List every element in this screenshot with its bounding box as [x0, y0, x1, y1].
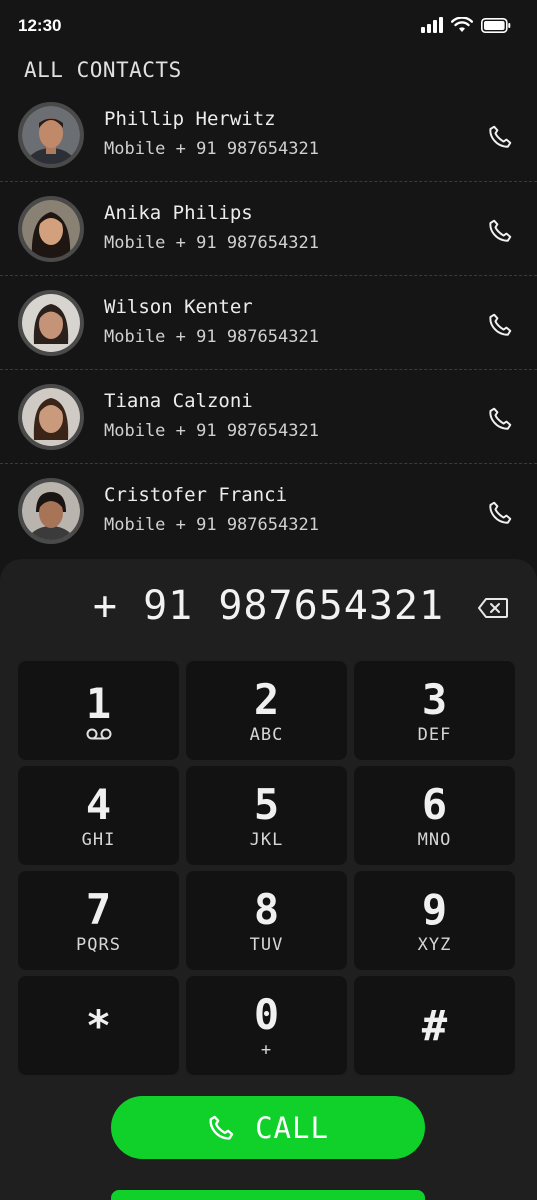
contact-name: Tiana Calzoni: [104, 390, 253, 412]
contact-number: Mobile + 91 987654321: [104, 139, 319, 159]
section-title: ALL CONTACTS: [24, 58, 182, 82]
contact-name: Wilson Kenter: [104, 296, 253, 318]
phone-icon[interactable]: [487, 312, 513, 338]
contact-name: Cristofer Franci: [104, 484, 288, 506]
status-time: 12:30: [18, 16, 62, 35]
avatar: [18, 290, 84, 356]
key-9[interactable]: 9 XYZ: [354, 871, 515, 970]
key-letters: DEF: [417, 724, 452, 745]
signal-icon: [421, 17, 443, 33]
keypad: 1 2 ABC 3 DEF 4 GHI 5 JKL 6 MNO 7 PQRS 8…: [18, 661, 515, 1075]
status-icons: [421, 17, 511, 33]
contact-item[interactable]: Tiana Calzoni Mobile + 91 987654321: [0, 370, 537, 464]
backspace-icon[interactable]: [477, 597, 509, 619]
key-digit: 1: [85, 678, 112, 728]
key-6[interactable]: 6 MNO: [354, 766, 515, 865]
phone-icon[interactable]: [487, 124, 513, 150]
contact-item[interactable]: Phillip Herwitz Mobile + 91 987654321: [0, 88, 537, 182]
avatar: [18, 478, 84, 544]
key-3[interactable]: 3 DEF: [354, 661, 515, 760]
phone-icon[interactable]: [487, 218, 513, 244]
key-letters: XYZ: [417, 934, 452, 955]
contact-item[interactable]: Cristofer Franci Mobile + 91 987654321: [0, 464, 537, 558]
key-digit: 4: [85, 779, 112, 829]
contact-number: Mobile + 91 987654321: [104, 515, 319, 535]
contact-list: Phillip Herwitz Mobile + 91 987654321 An…: [0, 88, 537, 558]
contact-item[interactable]: Anika Philips Mobile + 91 987654321: [0, 182, 537, 276]
phone-icon[interactable]: [487, 406, 513, 432]
contact-name: Anika Philips: [104, 202, 253, 224]
phone-icon: [209, 1115, 234, 1140]
key-digit: 0: [253, 989, 280, 1039]
key-2[interactable]: 2 ABC: [186, 661, 347, 760]
call-label: CALL: [255, 1110, 329, 1145]
dialed-number: + 91 987654321: [92, 583, 445, 629]
phone-icon[interactable]: [487, 500, 513, 526]
key-digit: 3: [421, 674, 448, 724]
key-4[interactable]: 4 GHI: [18, 766, 179, 865]
key-digit: 7: [85, 884, 112, 934]
key-5[interactable]: 5 JKL: [186, 766, 347, 865]
key-letters: GHI: [81, 829, 116, 850]
key-letters: TUV: [249, 934, 284, 955]
avatar: [18, 196, 84, 262]
key-letters: ABC: [249, 724, 284, 745]
contact-number: Mobile + 91 987654321: [104, 233, 319, 253]
contact-number: Mobile + 91 987654321: [104, 327, 319, 347]
key-8[interactable]: 8 TUV: [186, 871, 347, 970]
status-bar: 12:30: [0, 0, 537, 52]
key-letters: MNO: [417, 829, 452, 850]
key-digit: 5: [253, 779, 280, 829]
key-digit: 9: [421, 884, 448, 934]
wifi-icon: [451, 17, 473, 32]
key-star[interactable]: *: [18, 976, 179, 1075]
dialer-panel: + 91 987654321 1 2 ABC 3 DEF 4 GHI 5 JKL: [0, 559, 537, 1200]
call-button[interactable]: CALL: [111, 1096, 425, 1159]
key-1[interactable]: 1: [18, 661, 179, 760]
avatar: [18, 102, 84, 168]
key-digit: #: [421, 1000, 448, 1050]
avatar: [18, 384, 84, 450]
key-digit: 2: [253, 674, 280, 724]
key-hash[interactable]: #: [354, 976, 515, 1075]
contact-number: Mobile + 91 987654321: [104, 421, 319, 441]
key-letters: PQRS: [76, 934, 121, 955]
battery-icon: [481, 17, 511, 33]
contact-item[interactable]: Wilson Kenter Mobile + 91 987654321: [0, 276, 537, 370]
key-digit: 8: [253, 884, 280, 934]
key-digit: *: [85, 1000, 112, 1050]
key-7[interactable]: 7 PQRS: [18, 871, 179, 970]
key-letters: +: [260, 1039, 273, 1060]
key-letters: JKL: [249, 829, 284, 850]
key-digit: 6: [421, 779, 448, 829]
call-button-duplicate: [111, 1190, 425, 1200]
contact-name: Phillip Herwitz: [104, 108, 276, 130]
voicemail-icon: [86, 728, 111, 739]
key-0[interactable]: 0 +: [186, 976, 347, 1075]
